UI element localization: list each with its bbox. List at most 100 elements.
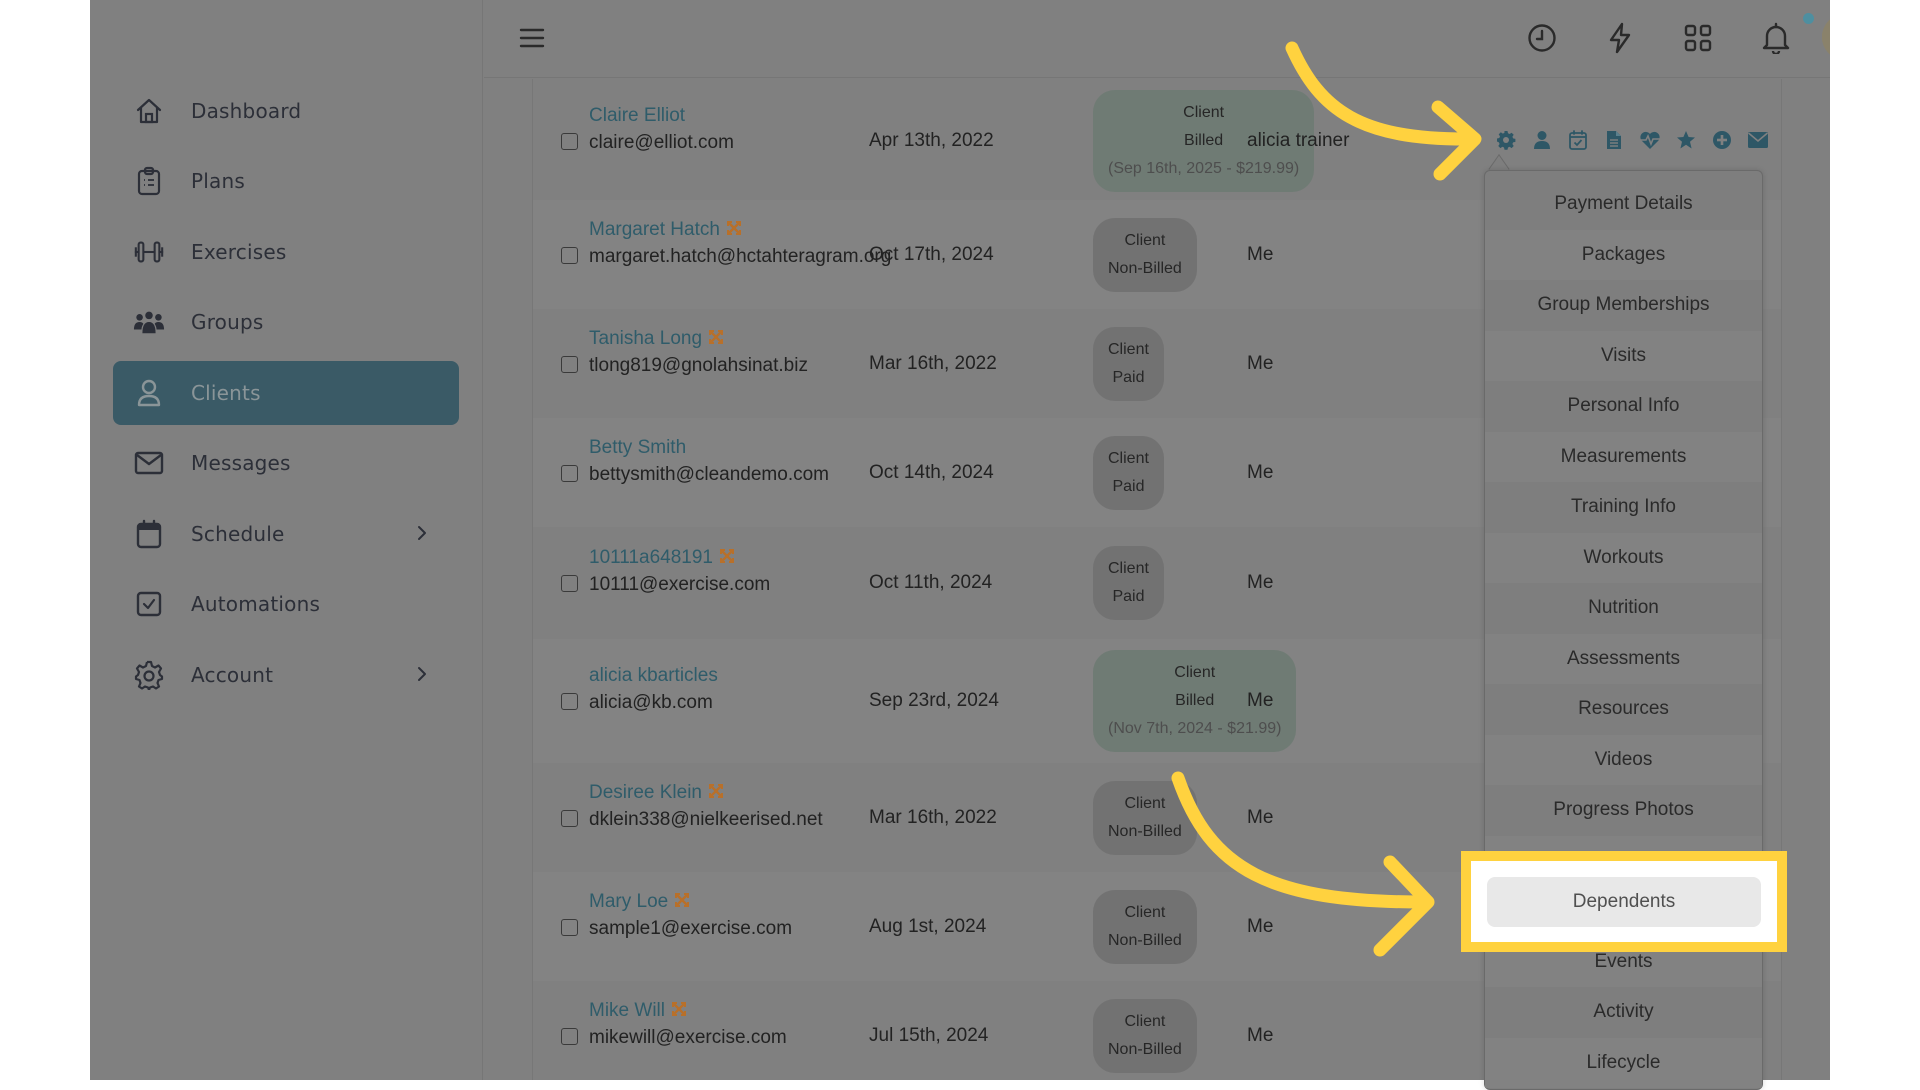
row-checkbox[interactable] — [561, 464, 578, 482]
status-badge: Client Non-Billed — [1093, 217, 1197, 292]
sidebar-item-account[interactable]: Account — [113, 643, 459, 707]
row-checkbox[interactable] — [561, 918, 578, 936]
status-line-1: Client — [1174, 664, 1216, 681]
client-name[interactable]: Mike Will — [589, 1000, 665, 1021]
client-date: Oct 17th, 2024 — [869, 243, 994, 265]
client-name-link[interactable]: Betty Smith — [589, 437, 686, 459]
client-name[interactable]: Mary Loe — [589, 891, 668, 912]
merge-icon[interactable] — [674, 892, 690, 908]
notification-dot — [1803, 13, 1814, 24]
calendar-check-icon[interactable] — [1560, 127, 1596, 153]
row-checkbox[interactable] — [561, 246, 578, 264]
client-name[interactable]: Tanisha Long — [589, 328, 702, 349]
gear-icon[interactable] — [1488, 127, 1524, 153]
row-checkbox[interactable] — [561, 575, 578, 592]
sidebar-item-clients[interactable]: Clients — [113, 361, 459, 425]
client-name-link[interactable]: Mike Will — [589, 1000, 687, 1022]
client-email: margaret.hatch@hctahteragram.org — [589, 245, 892, 267]
status-badge: Client Non-Billed — [1093, 780, 1197, 855]
status-line-2: Non-Billed — [1108, 822, 1182, 840]
client-name-link[interactable]: 10111a648191 — [589, 547, 735, 569]
client-name[interactable]: alicia kbarticles — [589, 665, 718, 686]
dropdown-item-videos[interactable]: Videos — [1485, 734, 1762, 785]
status-badge: Client Paid — [1093, 326, 1164, 401]
chevron-right-icon[interactable] — [411, 663, 433, 685]
client-name-link[interactable]: alicia kbarticles — [589, 665, 718, 687]
client-name-link[interactable]: Mary Loe — [589, 891, 690, 913]
status-line-1: Client — [1124, 231, 1166, 249]
lightning-icon[interactable] — [1602, 20, 1638, 56]
status-line-1: Client — [1108, 449, 1149, 467]
users-icon — [133, 306, 165, 338]
plus-circle-icon[interactable] — [1704, 127, 1740, 153]
client-name[interactable]: Betty Smith — [589, 437, 686, 458]
sidebar-item-label: Messages — [191, 451, 291, 475]
row-checkbox[interactable] — [561, 809, 578, 827]
client-name[interactable]: Claire Elliot — [589, 105, 685, 126]
dropdown-item-training-info[interactable]: Training Info — [1485, 482, 1762, 533]
sidebar-item-exercises[interactable]: Exercises — [113, 220, 459, 284]
dropdown-item-workouts[interactable]: Workouts — [1485, 532, 1762, 583]
heartbeat-icon[interactable] — [1632, 127, 1668, 153]
dropdown-item-measurements[interactable]: Measurements — [1485, 431, 1762, 482]
row-checkbox[interactable] — [561, 1027, 578, 1045]
client-name[interactable]: 10111a648191 — [589, 547, 713, 568]
dropdown-item-lifecycle[interactable]: Lifecycle — [1485, 1037, 1762, 1088]
client-row-actions — [1488, 127, 1776, 153]
client-name-link[interactable]: Desiree Klein — [589, 782, 724, 804]
merge-icon[interactable] — [671, 1001, 687, 1017]
dropdown-item-activity[interactable]: Activity — [1485, 987, 1762, 1038]
row-checkbox[interactable] — [561, 355, 578, 373]
chevron-right-icon[interactable] — [411, 522, 433, 544]
dropdown-item-nutrition[interactable]: Nutrition — [1485, 583, 1762, 634]
client-owner: Me — [1247, 572, 1274, 593]
mail-icon — [133, 447, 165, 479]
dropdown-item-personal-info[interactable]: Personal Info — [1485, 381, 1762, 432]
star-icon[interactable] — [1668, 127, 1704, 153]
sidebar-item-automations[interactable]: Automations — [113, 572, 459, 636]
dropdown-item-payment-details[interactable]: Payment Details — [1485, 179, 1762, 230]
dropdown-item-visits[interactable]: Visits — [1485, 330, 1762, 381]
merge-icon[interactable] — [708, 329, 724, 345]
sidebar-item-label: Plans — [191, 169, 245, 193]
dropdown-item-group-memberships[interactable]: Group Memberships — [1485, 280, 1762, 331]
row-checkbox[interactable] — [561, 693, 578, 710]
client-name[interactable]: Margaret Hatch — [589, 219, 720, 240]
apps-grid-icon[interactable] — [1680, 20, 1716, 56]
client-owner: Me — [1247, 690, 1274, 711]
client-name-link[interactable]: Claire Elliot — [589, 105, 685, 127]
status-line-2: Non-Billed — [1108, 931, 1182, 949]
sidebar-item-groups[interactable]: Groups — [113, 290, 459, 354]
client-email: dklein338@nielkeerised.net — [589, 808, 823, 830]
client-date: Oct 11th, 2024 — [869, 572, 993, 593]
merge-icon[interactable] — [719, 548, 735, 564]
client-email: sample1@exercise.com — [589, 917, 793, 939]
avatar[interactable] — [1822, 14, 1830, 60]
clock-icon[interactable] — [1524, 20, 1560, 56]
calendar-icon — [133, 518, 165, 550]
status-line-2: Paid — [1112, 477, 1145, 495]
row-checkbox[interactable] — [561, 132, 578, 150]
sidebar-item-label: Clients — [191, 381, 261, 405]
dropdown-item-packages[interactable]: Packages — [1485, 229, 1762, 280]
bell-icon[interactable] — [1758, 20, 1794, 56]
client-name-link[interactable]: Margaret Hatch — [589, 219, 742, 241]
menu-icon[interactable] — [514, 20, 550, 56]
dropdown-item-resources[interactable]: Resources — [1485, 684, 1762, 735]
envelope-icon[interactable] — [1740, 127, 1776, 153]
sidebar-item-messages[interactable]: Messages — [113, 431, 459, 495]
document-icon[interactable] — [1596, 127, 1632, 153]
dropdown-item-progress-photos[interactable]: Progress Photos — [1485, 785, 1762, 836]
sidebar-item-dashboard[interactable]: Dashboard — [113, 79, 459, 143]
merge-icon[interactable] — [726, 220, 742, 236]
client-owner: Me — [1247, 461, 1274, 483]
client-owner: Me — [1247, 1024, 1274, 1046]
sidebar-item-plans[interactable]: Plans — [113, 149, 459, 213]
gear-icon — [133, 659, 165, 691]
client-name-link[interactable]: Tanisha Long — [589, 328, 724, 350]
dropdown-item-assessments[interactable]: Assessments — [1485, 633, 1762, 684]
sidebar-item-schedule[interactable]: Schedule — [113, 502, 459, 566]
merge-icon[interactable] — [708, 783, 724, 799]
user-icon[interactable] — [1524, 127, 1560, 153]
client-name[interactable]: Desiree Klein — [589, 782, 702, 803]
